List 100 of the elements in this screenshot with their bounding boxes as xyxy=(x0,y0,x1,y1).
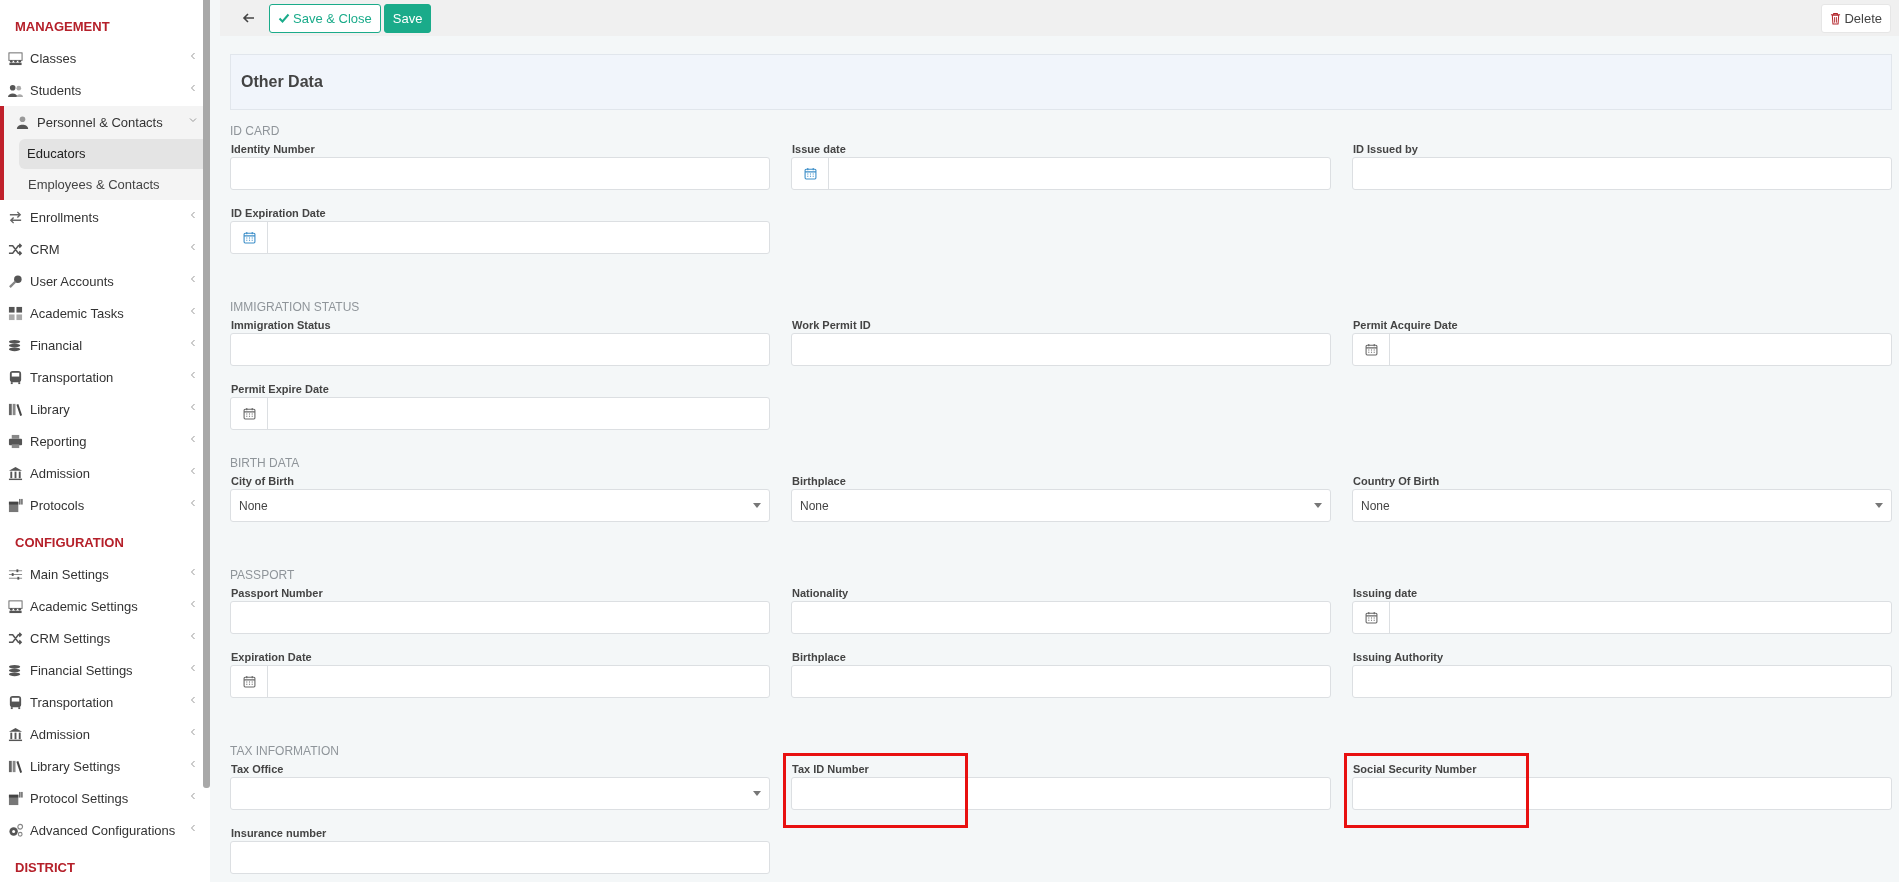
text-field[interactable] xyxy=(791,601,1331,634)
date-field[interactable] xyxy=(230,397,770,430)
bus-icon xyxy=(7,694,24,710)
caret-icon xyxy=(1314,503,1322,508)
group-title: IMMIGRATION STATUS xyxy=(230,300,361,315)
field-label: Expiration Date xyxy=(231,650,313,665)
group-title: TAX INFORMATION xyxy=(230,744,340,759)
sidebar-item[interactable]: Academic Tasks xyxy=(0,297,203,329)
field-label: Immigration Status xyxy=(231,318,332,333)
gears-icon xyxy=(7,822,24,838)
delete-button[interactable]: Delete xyxy=(1821,3,1891,33)
text-field[interactable] xyxy=(791,777,1331,810)
field-label: Identity Number xyxy=(231,142,316,157)
field-label: Birthplace xyxy=(792,474,847,489)
text-field[interactable] xyxy=(1352,157,1892,190)
bus-icon xyxy=(7,369,24,385)
sidebar-item[interactable]: Admission xyxy=(0,457,203,489)
field-label: Issue date xyxy=(792,142,847,157)
dropdown[interactable]: None xyxy=(1352,489,1892,522)
books-icon xyxy=(7,401,24,417)
field-label: Nationality xyxy=(792,586,850,601)
field-label: ID Expiration Date xyxy=(231,206,327,221)
sidebar-item[interactable]: Financial xyxy=(0,329,203,361)
sidebar-item[interactable]: Protocols xyxy=(0,489,203,521)
sidebar-item[interactable]: Academic Settings xyxy=(0,590,203,622)
books-icon xyxy=(7,758,24,774)
field-label: Passport Number xyxy=(231,586,324,601)
sidebar-item[interactable]: Main Settings xyxy=(0,558,203,590)
sidebar-item[interactable]: Advanced Configurations xyxy=(0,814,203,846)
field-label: Permit Acquire Date xyxy=(1353,318,1459,333)
sidebar-item[interactable]: Library xyxy=(0,393,203,425)
sliders-icon xyxy=(7,566,24,582)
key-icon xyxy=(7,273,24,289)
sidebar-item[interactable]: Reporting xyxy=(0,425,203,457)
shuffle-icon xyxy=(7,630,24,646)
field-label: Issuing Authority xyxy=(1353,650,1445,665)
sidebar-item[interactable]: Transportation xyxy=(0,686,203,718)
field-label: Issuing date xyxy=(1353,586,1419,601)
field-label: Insurance number xyxy=(231,826,328,841)
sidebar-item[interactable]: Library Settings xyxy=(0,750,203,782)
date-field[interactable] xyxy=(230,665,770,698)
people-grid-icon xyxy=(7,50,24,66)
sidebar-item[interactable]: Students xyxy=(0,74,203,106)
text-field[interactable] xyxy=(230,601,770,634)
date-field[interactable] xyxy=(230,221,770,254)
group-title: ID CARD xyxy=(230,124,281,139)
text-field[interactable] xyxy=(1352,665,1892,698)
field-label: Country Of Birth xyxy=(1353,474,1441,489)
sidebar-item[interactable]: User Accounts xyxy=(0,265,203,297)
back-arrow-icon[interactable] xyxy=(242,11,256,25)
scrollbar[interactable] xyxy=(203,0,210,788)
tiles-icon xyxy=(7,305,24,321)
section-title: Other Data xyxy=(241,73,323,91)
sidebar-item[interactable]: Personnel & Contacts xyxy=(4,106,203,138)
checkmark-icon xyxy=(278,12,290,24)
trash-icon xyxy=(1830,11,1842,25)
caret-icon xyxy=(753,503,761,508)
field-label: City of Birth xyxy=(231,474,295,489)
caret-icon xyxy=(753,791,761,796)
dropdown[interactable] xyxy=(230,777,770,810)
dropdown[interactable]: None xyxy=(791,489,1331,522)
field-label: ID Issued by xyxy=(1353,142,1419,157)
text-field[interactable] xyxy=(230,333,770,366)
field-label: Tax ID Number xyxy=(792,762,870,777)
calendar-icon xyxy=(7,497,24,513)
sidebar-item[interactable]: CRM xyxy=(0,233,203,265)
sidebar-item[interactable]: Transportation xyxy=(0,361,203,393)
submenu-item[interactable]: Educators xyxy=(19,139,203,169)
bank-icon xyxy=(7,465,24,481)
text-field[interactable] xyxy=(791,665,1331,698)
field-label: Social Security Number xyxy=(1353,762,1478,777)
bank-icon xyxy=(7,726,24,742)
sidebar-item[interactable]: Admission xyxy=(0,718,203,750)
date-field[interactable] xyxy=(791,157,1331,190)
printer-icon xyxy=(7,433,24,449)
field-label: Permit Expire Date xyxy=(231,382,330,397)
user-icon xyxy=(14,114,31,130)
calendar-icon xyxy=(7,790,24,806)
swap-arrows-icon xyxy=(7,209,24,225)
date-field[interactable] xyxy=(1352,601,1892,634)
field-label: Birthplace xyxy=(792,650,847,665)
date-field[interactable] xyxy=(1352,333,1892,366)
sidebar-item[interactable]: Protocol Settings xyxy=(0,782,203,814)
sidebar-item[interactable]: CRM Settings xyxy=(0,622,203,654)
text-field[interactable] xyxy=(230,841,770,874)
text-field[interactable] xyxy=(230,157,770,190)
sidebar-item[interactable]: Financial Settings xyxy=(0,654,203,686)
text-field[interactable] xyxy=(1352,777,1892,810)
shuffle-icon xyxy=(7,241,24,257)
group-title: PASSPORT xyxy=(230,568,296,583)
caret-icon xyxy=(1875,503,1883,508)
group-title: BIRTH DATA xyxy=(230,456,301,471)
dropdown[interactable]: None xyxy=(230,489,770,522)
text-field[interactable] xyxy=(791,333,1331,366)
sidebar-item[interactable]: Classes xyxy=(0,42,203,74)
sidebar-item[interactable]: Enrollments xyxy=(0,201,203,233)
submenu-item[interactable]: Employees & Contacts xyxy=(19,170,203,200)
sidebar-heading: DISTRICT xyxy=(14,859,76,877)
sidebar-heading: CONFIGURATION xyxy=(14,534,125,552)
people-grid-icon xyxy=(7,598,24,614)
